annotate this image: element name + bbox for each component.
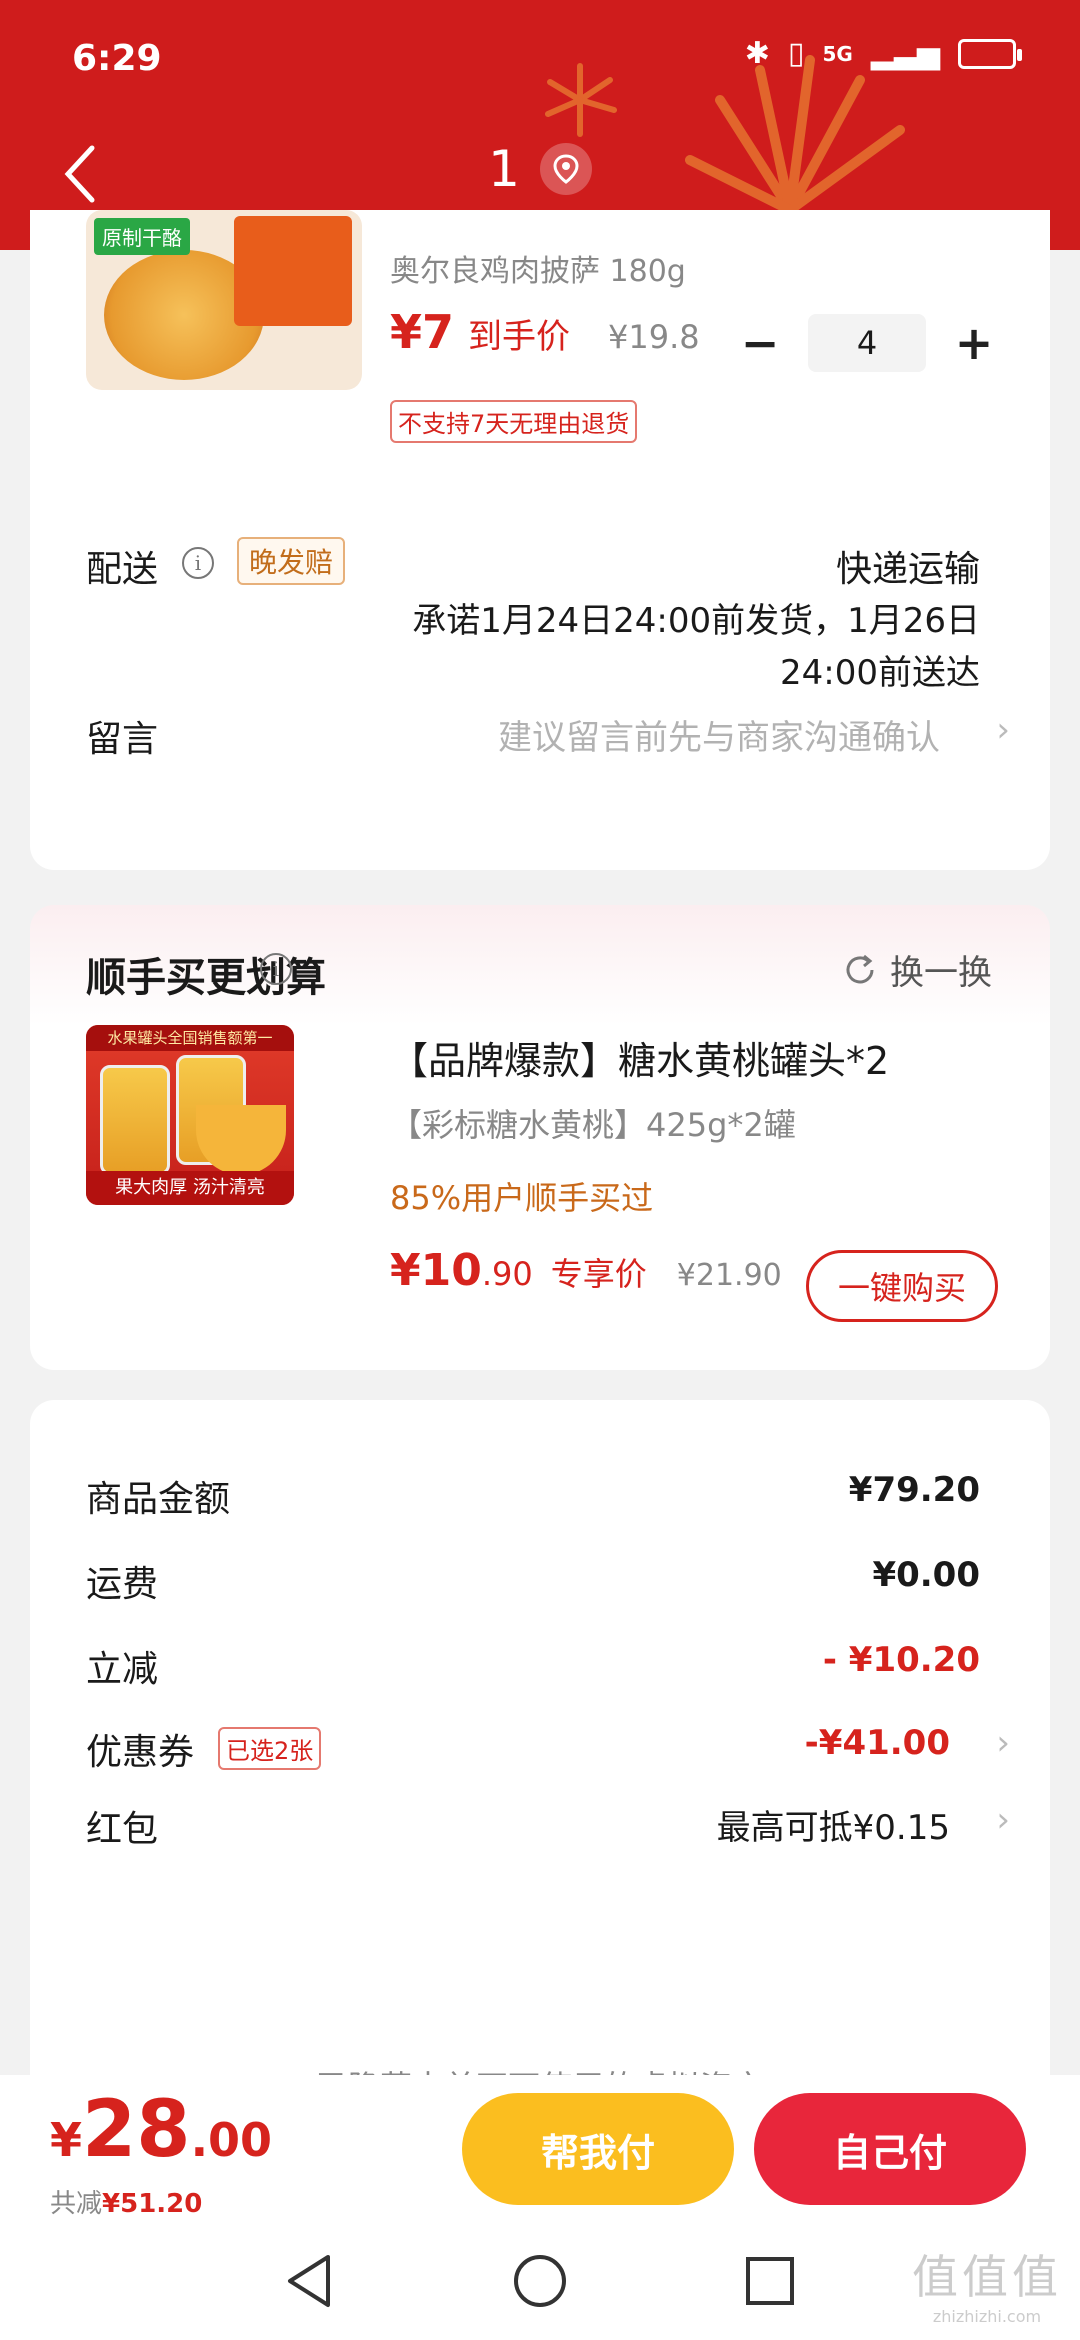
address-text: 1	[488, 140, 520, 198]
product-price-label: 到手价	[468, 317, 571, 357]
nav-recents-icon[interactable]	[744, 2255, 796, 2307]
total-saved: 共减¥51.20	[50, 2183, 202, 2220]
return-policy-badge: 不支持7天无理由退货	[390, 400, 638, 443]
product-price: ¥7	[390, 305, 455, 359]
summary-value: -¥41.00	[804, 1723, 950, 1763]
summary-value: ¥79.20	[848, 1470, 980, 1510]
location-icon	[539, 143, 592, 195]
product-original-price: ¥19.8	[608, 318, 700, 356]
status-bar: 6:29 ✱ ▯ 5G ▂▃▅	[0, 30, 1080, 90]
delivery-label: 配送	[86, 549, 159, 590]
battery-icon	[958, 38, 1022, 69]
checkout-bar: ¥ 28 .00 共减¥51.20 帮我付 自己付	[0, 2075, 1080, 2225]
upsell-original-price: ¥21.90	[676, 1258, 782, 1293]
swap-label: 换一换	[890, 953, 992, 993]
summary-row-goods: 商品金额 ¥79.20	[30, 1470, 1050, 1530]
product-image-tag: 原制干酪	[94, 218, 190, 255]
summary-row-discount: 立减 - ¥10.20	[30, 1640, 1050, 1700]
watermark-logo: 值值值	[912, 2250, 1062, 2304]
summary-label: 商品金额	[86, 1479, 231, 1520]
message-chevron-icon[interactable]: ›	[996, 710, 1010, 750]
one-click-buy-button[interactable]: 一键购买	[806, 1250, 998, 1322]
message-input[interactable]: 建议留言前先与商家沟通确认	[498, 710, 940, 759]
quantity-value[interactable]: 4	[808, 314, 926, 372]
saved-label: 共减	[50, 2189, 103, 2219]
total-currency: ¥	[50, 2113, 83, 2167]
coupon-chevron-icon[interactable]: ›	[996, 1723, 1010, 1763]
price-summary-card: 商品金额 ¥79.20 运费 ¥0.00 立减 - ¥10.20 优惠券 已选2…	[30, 1400, 1050, 2106]
nav-bar: 1	[0, 140, 1080, 210]
nav-home-icon[interactable]	[512, 2253, 568, 2309]
upsell-price-row: ¥10 .90 专享价 ¥21.90	[390, 1245, 782, 1296]
summary-value: ¥0.00	[872, 1555, 980, 1595]
redpacket-chevron-icon[interactable]: ›	[996, 1800, 1010, 1840]
total-integer: 28	[82, 2085, 191, 2175]
system-nav-bar: 值值值 zhizhizhi.com	[0, 2225, 1080, 2340]
signal-icon: ▂▃▅	[870, 36, 940, 71]
decrease-button[interactable]: −	[734, 316, 786, 370]
product-name[interactable]: 奥尔良鸡肉披萨 180g	[390, 246, 686, 290]
upsell-product-name[interactable]: 【品牌爆款】糖水黄桃罐头*2	[390, 1030, 889, 1085]
status-time: 6:29	[72, 38, 162, 79]
status-icons: ✱ ▯ 5G ▂▃▅	[744, 36, 1022, 71]
bluetooth-icon: ✱	[744, 36, 770, 71]
upsell-product-image[interactable]: 水果罐头全国销售额第一 果大肉厚 汤汁清亮	[86, 1025, 294, 1205]
product-price-row: ¥7 到手价 ¥19.8	[390, 305, 700, 359]
summary-row-redpacket[interactable]: 红包 最高可抵¥0.15 ›	[30, 1800, 1050, 1860]
help-pay-button[interactable]: 帮我付	[462, 2093, 734, 2205]
late-compensation-badge[interactable]: 晚发赔	[237, 537, 346, 585]
upsell-users-text: 85%用户顺手买过	[390, 1179, 654, 1217]
summary-label: 红包	[86, 1809, 159, 1850]
vibrate-icon: ▯	[787, 36, 805, 71]
delivery-info-icon[interactable]: i	[182, 547, 214, 579]
increase-button[interactable]: +	[948, 316, 1000, 370]
quantity-stepper: − 4 +	[734, 314, 1000, 372]
summary-value: - ¥10.20	[822, 1640, 980, 1680]
upsell-card: 顺手买更划算 i 换一换 水果罐头全国销售额第一 果大肉厚 汤汁清亮 【品牌爆款…	[30, 905, 1050, 1370]
swap-button[interactable]: 换一换	[842, 945, 992, 994]
saved-value: ¥51.20	[102, 2189, 203, 2219]
refresh-icon	[846, 954, 874, 983]
shipping-method: 快递运输	[835, 549, 980, 590]
peach-can-graphic	[100, 1065, 170, 1175]
upsell-image-top-text: 水果罐头全国销售额第一	[86, 1025, 294, 1051]
upsell-info-icon[interactable]: i	[260, 953, 292, 985]
watermark-url: zhizhizhi.com	[932, 2307, 1042, 2326]
pizza-box-graphic	[234, 216, 352, 326]
total-price: ¥ 28 .00	[50, 2085, 272, 2175]
summary-row-coupon[interactable]: 优惠券 已选2张 -¥41.00 ›	[30, 1723, 1050, 1783]
nav-title[interactable]: 1	[0, 140, 1080, 198]
upsell-price: ¥10	[390, 1245, 482, 1296]
coupon-count-badge: 已选2张	[218, 1727, 322, 1770]
summary-label: 立减	[86, 1649, 159, 1690]
watermark: 值值值 zhizhizhi.com	[912, 2241, 1062, 2326]
message-label: 留言	[86, 719, 159, 760]
order-item-card: 原制干酪 奥尔良鸡肉披萨 180g ¥7 到手价 ¥19.8 − 4 + 不支持…	[30, 210, 1050, 870]
summary-row-shipping: 运费 ¥0.00	[30, 1555, 1050, 1615]
summary-label: 运费	[86, 1564, 159, 1605]
total-decimal: .00	[190, 2113, 273, 2167]
product-image[interactable]: 原制干酪	[86, 210, 362, 390]
summary-label: 优惠券	[86, 1732, 195, 1773]
self-pay-button[interactable]: 自己付	[754, 2093, 1026, 2205]
upsell-price-label: 专享价	[550, 1255, 647, 1293]
upsell-image-banner: 果大肉厚 汤汁清亮	[86, 1171, 294, 1205]
shipping-promise: 承诺1月24日24:00前发货，1月26日24:00前送达	[412, 601, 980, 693]
summary-value: 最高可抵¥0.15	[716, 1808, 950, 1848]
network-label: 5G	[822, 41, 853, 66]
upsell-price-cents: .90	[481, 1255, 533, 1293]
upsell-product-spec: 【彩标糖水黄桃】425g*2罐	[390, 1106, 796, 1144]
nav-back-icon[interactable]	[284, 2253, 334, 2309]
